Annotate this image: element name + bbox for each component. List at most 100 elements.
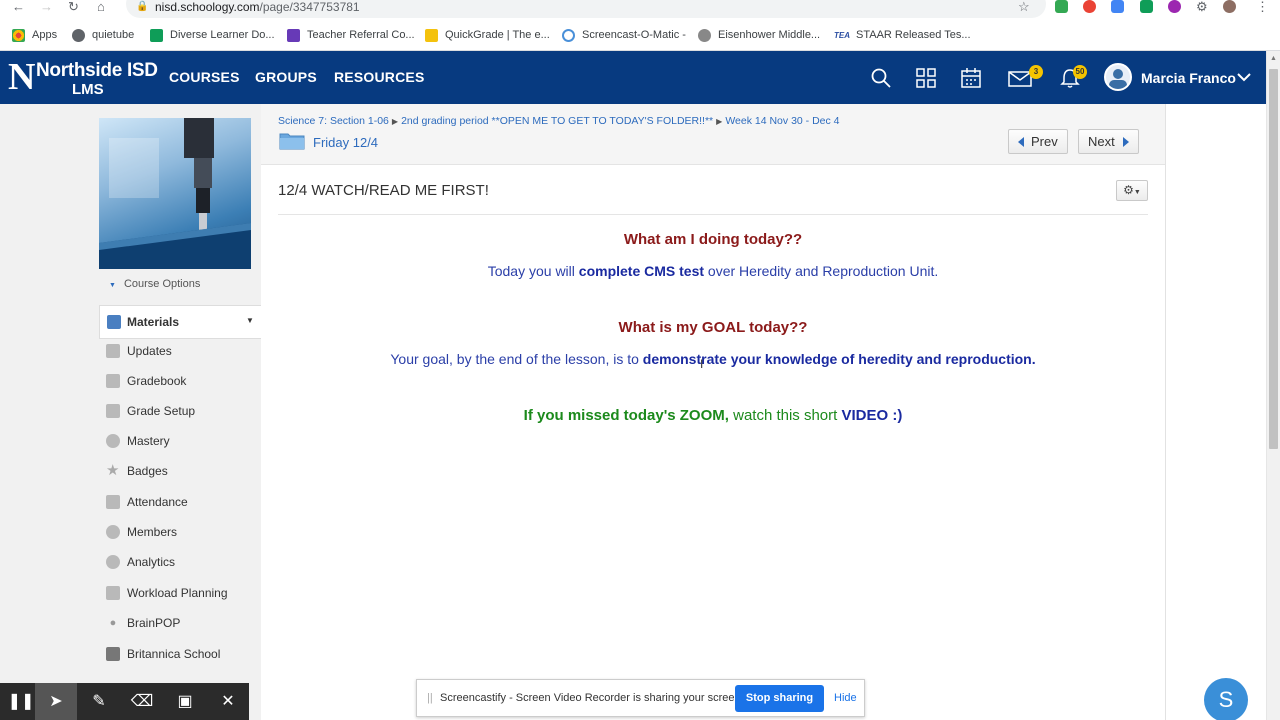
extension-icon-1[interactable] bbox=[1055, 0, 1068, 13]
sidebar-item-members[interactable]: Members bbox=[106, 523, 177, 541]
pen-tool-icon[interactable]: ✎ bbox=[78, 683, 120, 720]
breadcrumb-grading-period[interactable]: 2nd grading period **OPEN ME TO GET TO T… bbox=[401, 115, 713, 127]
course-options-toggle[interactable]: ▼ Course Options bbox=[109, 278, 200, 290]
scroll-thumb[interactable] bbox=[1269, 69, 1278, 449]
notifications-badge: 50 bbox=[1073, 65, 1087, 79]
bookmark-staar[interactable]: TEA STAAR Released Tes... bbox=[834, 27, 971, 43]
bookmarks-bar: Apps quietube Diverse Learner Do... Teac… bbox=[0, 20, 1280, 51]
link-extension-icon[interactable] bbox=[1111, 0, 1124, 13]
next-button[interactable]: Next bbox=[1078, 129, 1139, 154]
breadcrumb-separator-icon: ▶ bbox=[716, 117, 723, 126]
home-icon[interactable]: ⌂ bbox=[97, 0, 105, 14]
page-scrollbar[interactable]: ▲ bbox=[1266, 51, 1280, 720]
sidebar-item-workload-planning[interactable]: Workload Planning bbox=[106, 584, 228, 602]
question-heading-1: What am I doing today?? bbox=[623, 231, 803, 248]
puzzle-icon[interactable]: ⚙ bbox=[1196, 0, 1208, 14]
settings-gear-button[interactable]: ⚙▼ bbox=[1116, 180, 1148, 201]
hide-button[interactable]: Hide bbox=[834, 692, 857, 704]
quickgrade-icon bbox=[425, 28, 438, 42]
bookmark-apps[interactable]: Apps bbox=[12, 27, 57, 43]
star-icon[interactable]: ☆ bbox=[1018, 0, 1030, 14]
sidebar-item-label: Gradebook bbox=[127, 374, 187, 388]
forms-icon bbox=[287, 28, 300, 42]
apps-grid-icon[interactable] bbox=[915, 67, 937, 89]
drag-handle-icon[interactable]: || bbox=[427, 692, 433, 704]
today-line: Today you will complete CMS test over He… bbox=[278, 263, 1148, 279]
caret-down-icon[interactable]: ▼ bbox=[246, 316, 254, 325]
bookmark-label: Eisenhower Middle... bbox=[718, 29, 821, 41]
bookmark-label: quietube bbox=[92, 29, 135, 41]
share-notice: Screencastify - Screen Video Recorder is… bbox=[440, 692, 744, 704]
profile-avatar-icon[interactable] bbox=[1223, 0, 1236, 13]
bookmark-label: Apps bbox=[32, 29, 58, 41]
course-options-label: Course Options bbox=[123, 278, 201, 290]
nav-courses[interactable]: COURSES bbox=[169, 69, 240, 85]
extension-icon-4[interactable] bbox=[1140, 0, 1153, 13]
eraser-icon[interactable]: ⌫ bbox=[121, 683, 163, 720]
sidebar-item-label: Members bbox=[127, 525, 178, 539]
kebab-menu-icon[interactable]: ⋮ bbox=[1256, 0, 1269, 14]
reload-icon[interactable]: ↻ bbox=[68, 0, 79, 14]
globe-icon bbox=[72, 28, 85, 42]
bookmark-eisenhower[interactable]: Eisenhower Middle... bbox=[698, 27, 820, 43]
url-path: /page/3347753781 bbox=[259, 0, 360, 14]
url-domain: nisd.schoology.com bbox=[155, 0, 260, 14]
today-text-bold: complete CMS test bbox=[578, 263, 705, 279]
sidebar-item-label: Britannica School bbox=[127, 647, 221, 661]
sidebar-item-mastery[interactable]: Mastery bbox=[106, 432, 170, 450]
calendar-icon[interactable] bbox=[960, 67, 982, 89]
extension-icon-2[interactable] bbox=[1083, 0, 1096, 13]
close-icon[interactable]: ✕ bbox=[207, 683, 249, 720]
nav-groups[interactable]: GROUPS bbox=[255, 69, 317, 85]
gradebook-icon bbox=[106, 374, 120, 388]
breadcrumb-week[interactable]: Week 14 Nov 30 - Dec 4 bbox=[725, 115, 839, 127]
cursor-tool-icon[interactable]: ➤ bbox=[35, 683, 77, 720]
sidebar-item-analytics[interactable]: Analytics bbox=[106, 553, 175, 571]
breadcrumb-course[interactable]: Science 7: Section 1-06 bbox=[278, 115, 389, 127]
logo-n-mark: N bbox=[8, 56, 36, 98]
bookmark-label: Teacher Referral Co... bbox=[307, 29, 415, 41]
nav-resources[interactable]: RESOURCES bbox=[334, 69, 424, 85]
support-chat-button[interactable]: S bbox=[1204, 678, 1248, 720]
bookmark-diverse-learner[interactable]: Diverse Learner Do... bbox=[150, 27, 275, 43]
sidebar-item-updates[interactable]: Updates bbox=[106, 342, 172, 360]
sidebar-item-britannica[interactable]: Britannica School bbox=[106, 645, 220, 663]
zoom-text-bold: If you missed today's ZOOM, bbox=[523, 407, 729, 424]
chevron-down-icon[interactable] bbox=[1237, 72, 1251, 82]
prev-button[interactable]: Prev bbox=[1008, 129, 1068, 154]
folder-icon bbox=[279, 133, 305, 150]
britannica-icon bbox=[106, 647, 120, 661]
mastery-icon bbox=[106, 434, 120, 448]
title-divider bbox=[278, 214, 1148, 215]
bookmark-label: QuickGrade | The e... bbox=[445, 29, 550, 41]
scroll-up-icon[interactable]: ▲ bbox=[1270, 55, 1277, 62]
screencastify-toolbar: ❚❚ ➤ ✎ ⌫ ▣ ✕ bbox=[0, 683, 249, 720]
video-link[interactable]: VIDEO bbox=[841, 407, 888, 424]
members-icon bbox=[106, 525, 120, 539]
bookmark-quietube[interactable]: quietube bbox=[72, 27, 134, 43]
extension-icon-5[interactable] bbox=[1168, 0, 1181, 13]
sidebar-item-badges[interactable]: ★ Badges bbox=[106, 462, 168, 480]
avatar[interactable] bbox=[1104, 63, 1132, 91]
sidebar-item-attendance[interactable]: Attendance bbox=[106, 493, 188, 511]
sidebar-item-grade-setup[interactable]: Grade Setup bbox=[106, 402, 195, 420]
camera-icon[interactable]: ▣ bbox=[164, 683, 206, 720]
today-text-pre: Today you will bbox=[487, 263, 579, 279]
zoom-text-mid: watch this short bbox=[728, 407, 842, 424]
bookmark-screencast[interactable]: Screencast-O-Matic - bbox=[562, 27, 686, 43]
search-icon[interactable] bbox=[870, 67, 892, 89]
course-profile-image bbox=[99, 118, 251, 269]
goal-line: Your goal, by the end of the lesson, is … bbox=[278, 351, 1148, 367]
sidebar-item-brainpop[interactable]: ● BrainPOP bbox=[106, 614, 181, 632]
sidebar-item-gradebook[interactable]: Gradebook bbox=[106, 372, 186, 390]
user-name[interactable]: Marcia Franco bbox=[1141, 70, 1236, 86]
back-icon[interactable]: ← bbox=[12, 0, 25, 14]
forward-icon[interactable]: → bbox=[40, 0, 53, 14]
stop-sharing-button[interactable]: Stop sharing bbox=[735, 685, 824, 712]
folder-header: Science 7: Section 1-06 ▶ 2nd grading peri… bbox=[261, 104, 1165, 165]
url-text[interactable]: nisd.schoology.com/page/3347753781 bbox=[155, 0, 360, 14]
bookmark-quickgrade[interactable]: QuickGrade | The e... bbox=[425, 27, 550, 43]
sidebar-item-materials[interactable]: Materials ▼ bbox=[99, 305, 261, 339]
bookmark-teacher-referral[interactable]: Teacher Referral Co... bbox=[287, 27, 415, 43]
gear-icon: ⚙ bbox=[1123, 183, 1134, 197]
